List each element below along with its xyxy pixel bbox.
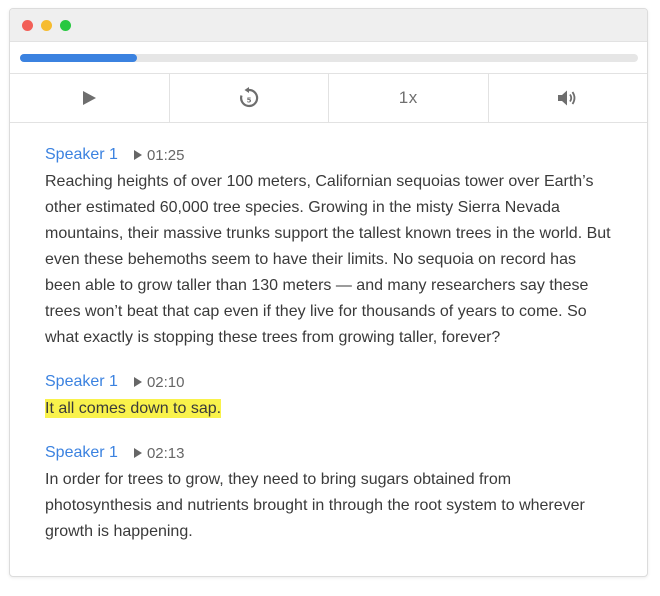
transcript-segment: Speaker 1 01:25 Reaching heights of over… — [45, 144, 612, 351]
player-controls: 5 1x — [10, 74, 647, 123]
segment-text: In order for trees to grow, they need to… — [45, 467, 612, 545]
rewind-5-icon: 5 — [239, 87, 258, 108]
speaker-name[interactable]: Speaker 1 — [45, 444, 118, 462]
progress-bar[interactable] — [20, 54, 638, 62]
highlighted-text: It all comes down to sap. — [45, 399, 222, 418]
transcript: Speaker 1 01:25 Reaching heights of over… — [10, 123, 647, 545]
segment-timestamp[interactable]: 02:13 — [133, 444, 185, 462]
segment-header: Speaker 1 01:25 — [45, 144, 612, 166]
segment-text: Reaching heights of over 100 meters, Cal… — [45, 169, 612, 351]
close-window-button[interactable] — [22, 19, 33, 31]
play-segment-icon — [133, 448, 142, 458]
player-window: 5 1x Speaker 1 01:25 Reaching heights of… — [9, 8, 648, 577]
segment-header: Speaker 1 02:10 — [45, 371, 612, 393]
minimize-window-button[interactable] — [41, 19, 52, 31]
speed-label: 1x — [398, 88, 418, 107]
segment-text-content: In order for trees to grow, they need to… — [45, 471, 585, 540]
timestamp-text: 02:10 — [146, 373, 185, 391]
segment-header: Speaker 1 02:13 — [45, 442, 612, 464]
title-bar — [10, 9, 647, 42]
segment-timestamp[interactable]: 02:10 — [133, 373, 185, 391]
volume-button[interactable] — [489, 74, 648, 122]
volume-icon — [557, 90, 576, 106]
play-button[interactable] — [10, 74, 170, 122]
transcript-segment: Speaker 1 02:10 It all comes down to sap… — [45, 371, 612, 422]
segment-timestamp[interactable]: 01:25 — [133, 146, 185, 164]
speaker-name[interactable]: Speaker 1 — [45, 373, 118, 391]
segment-text-content: Reaching heights of over 100 meters, Cal… — [45, 173, 611, 346]
progress-fill — [20, 54, 138, 62]
play-segment-icon — [133, 377, 142, 387]
play-segment-icon — [133, 150, 142, 160]
timestamp-text: 02:13 — [146, 444, 185, 462]
svg-text:5: 5 — [246, 97, 251, 105]
speed-button[interactable]: 1x — [329, 74, 489, 122]
segment-text: It all comes down to sap. — [45, 396, 612, 422]
speaker-name[interactable]: Speaker 1 — [45, 146, 118, 164]
progress-area — [10, 42, 647, 74]
transcript-segment: Speaker 1 02:13 In order for trees to gr… — [45, 442, 612, 545]
timestamp-text: 01:25 — [146, 146, 185, 164]
maximize-window-button[interactable] — [60, 19, 71, 31]
rewind-5-button[interactable]: 5 — [170, 74, 329, 122]
play-icon — [83, 91, 97, 105]
